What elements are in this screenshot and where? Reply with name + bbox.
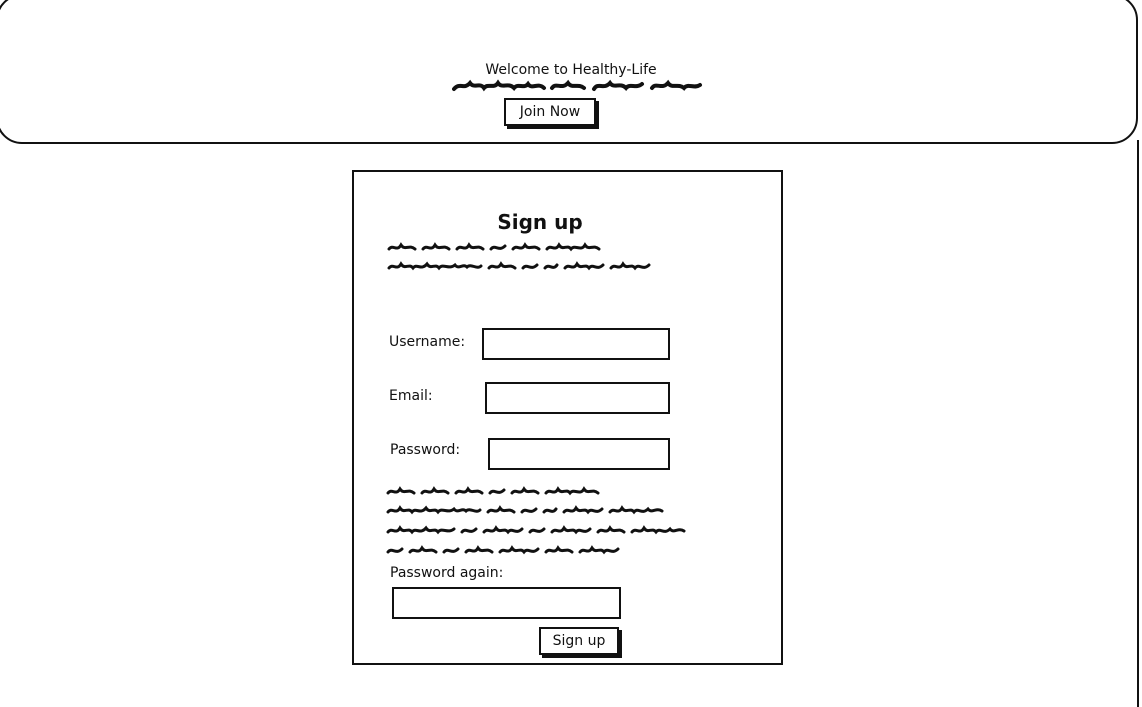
email-input[interactable]	[485, 382, 670, 414]
signup-title: Sign up	[497, 210, 583, 234]
password-input[interactable]	[488, 438, 670, 470]
signup-submit-button[interactable]: Sign up	[539, 627, 619, 655]
password-again-label: Password again:	[390, 565, 504, 581]
password-label: Password:	[390, 442, 461, 458]
join-now-button[interactable]: Join Now	[504, 98, 596, 126]
welcome-heading: Welcome to Healthy-Life	[485, 62, 657, 78]
signup-intro-placeholder-text	[387, 242, 651, 271]
password-again-input[interactable]	[392, 587, 621, 619]
page: Welcome to Healthy-Life Join Now Sign up…	[0, 0, 1142, 707]
password-hint-placeholder-text	[386, 486, 686, 555]
page-right-border	[1137, 140, 1139, 707]
username-input[interactable]	[482, 328, 670, 360]
banner-placeholder-text	[452, 79, 702, 92]
email-label: Email:	[389, 388, 433, 404]
username-label: Username:	[389, 334, 466, 350]
